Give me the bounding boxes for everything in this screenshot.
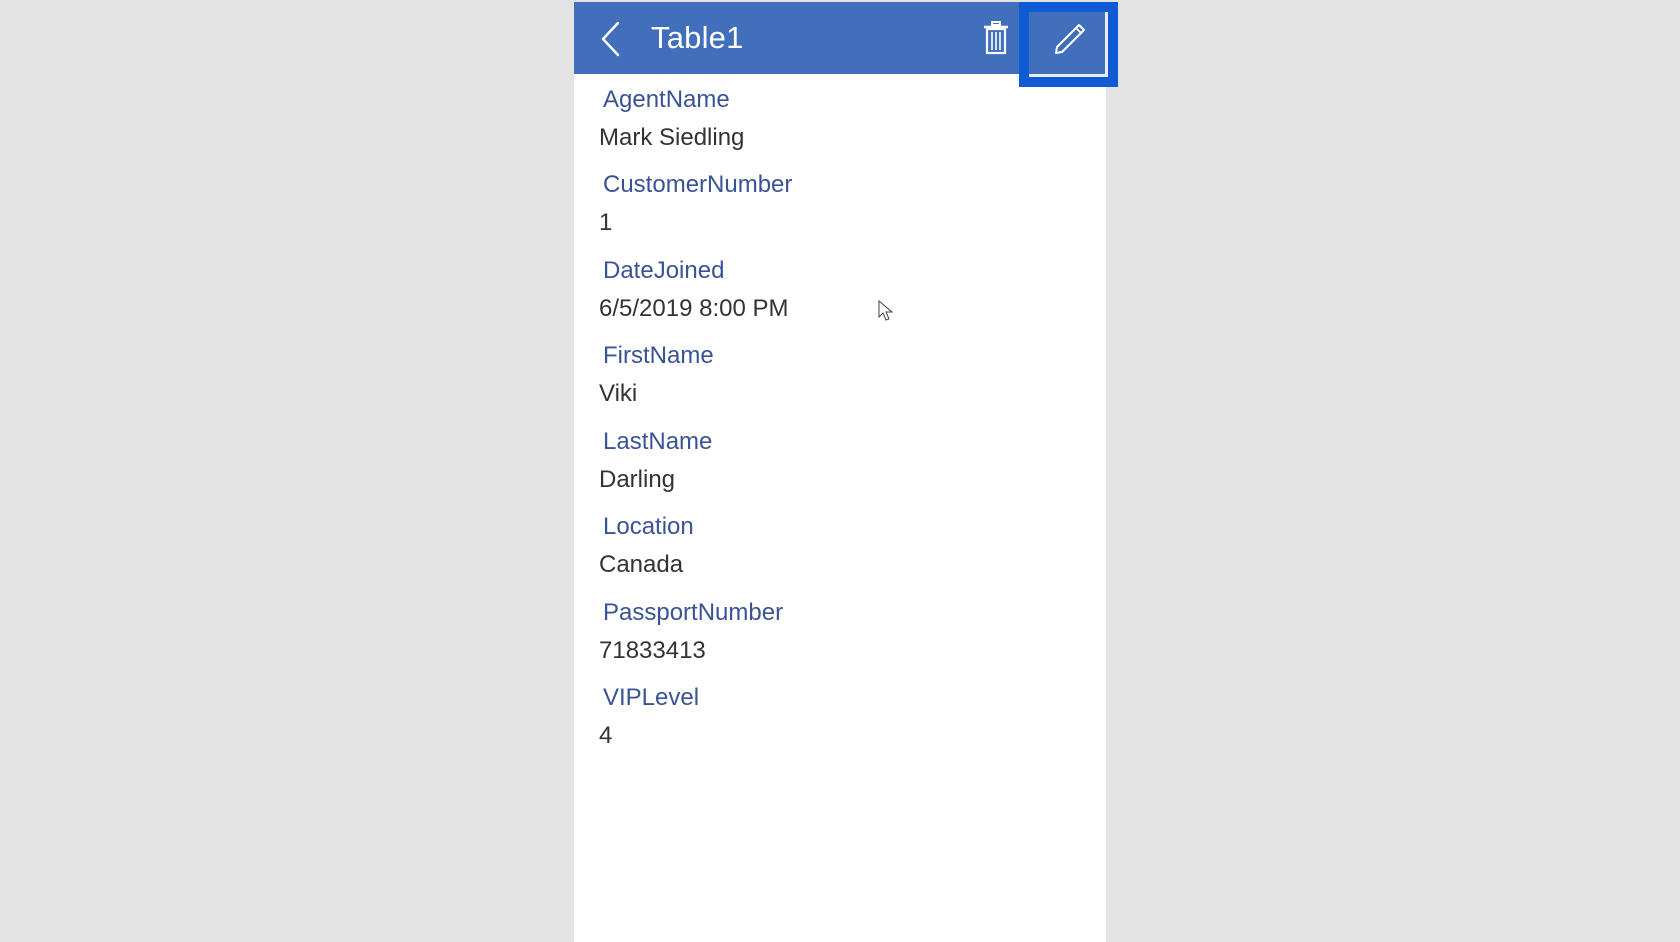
field-label: VIPLevel xyxy=(603,684,700,711)
field-last-name: LastName Darling xyxy=(574,416,1106,501)
field-vip-level: VIPLevel 4 xyxy=(574,672,1106,757)
field-label: FirstName xyxy=(603,342,714,369)
field-value: 4 xyxy=(599,722,613,749)
field-label: CustomerNumber xyxy=(603,171,793,198)
field-label: LastName xyxy=(603,428,713,455)
field-value: Viki xyxy=(599,380,638,407)
chevron-left-icon xyxy=(601,21,620,57)
field-value: 71833413 xyxy=(599,637,706,664)
field-label: PassportNumber xyxy=(603,599,784,626)
screen-title: Table1 xyxy=(651,20,744,55)
pencil-icon xyxy=(1055,24,1085,54)
delete-button[interactable] xyxy=(982,20,1010,56)
trash-icon xyxy=(984,21,1008,55)
field-value: Darling xyxy=(599,466,676,493)
field-label: Location xyxy=(603,513,694,540)
edit-button[interactable] xyxy=(1029,12,1108,77)
field-first-name: FirstName Viki xyxy=(574,330,1106,415)
field-passport-number: PassportNumber 71833413 xyxy=(574,587,1106,672)
edit-icon-wrap xyxy=(1053,22,1087,56)
detail-screen: Table1 AgentName Mark Siedling CustomerN… xyxy=(574,2,1106,942)
field-value: 6/5/2019 8:00 PM xyxy=(599,295,789,322)
edit-button-highlight xyxy=(1019,2,1118,87)
field-value: Canada xyxy=(599,551,684,578)
field-value: Mark Siedling xyxy=(599,124,745,151)
field-date-joined: DateJoined 6/5/2019 8:00 PM xyxy=(574,245,1106,330)
field-value: 1 xyxy=(599,209,613,236)
back-button[interactable] xyxy=(598,20,626,58)
mouse-cursor-icon xyxy=(878,300,894,321)
field-label: DateJoined xyxy=(603,257,725,284)
field-label: AgentName xyxy=(603,86,730,113)
field-location: Location Canada xyxy=(574,501,1106,586)
field-customer-number: CustomerNumber 1 xyxy=(574,159,1106,244)
